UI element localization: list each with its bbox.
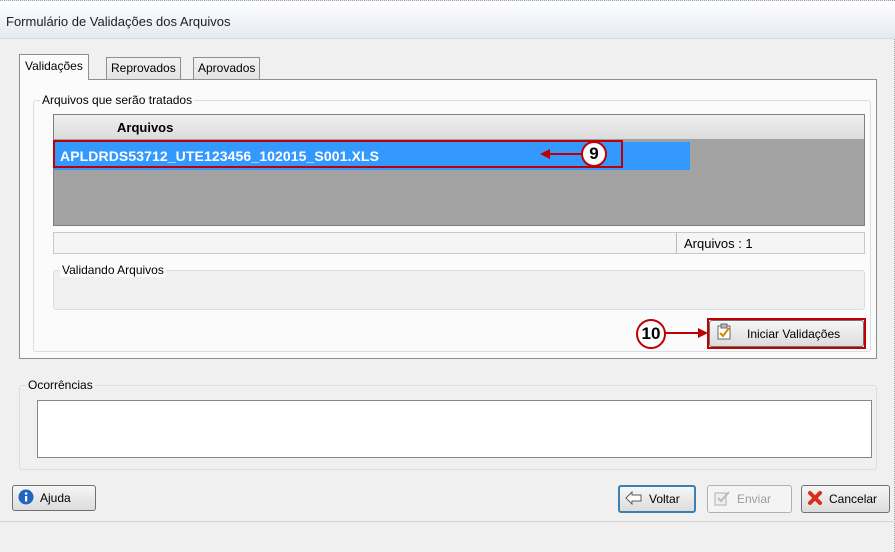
send-icon [713,490,731,509]
occurrences-textarea[interactable] [37,400,872,458]
annotation-callout-9: 9 [581,141,607,167]
tab-reprovados[interactable]: Reprovados [106,57,181,79]
cancel-button[interactable]: Cancelar [801,485,890,513]
grid-column-header-label: Arquivos [117,120,174,135]
files-group-label: Arquivos que serão tratados [40,93,195,107]
validating-group: Validando Arquivos [53,263,865,310]
annotation-arrow-10 [665,328,708,338]
files-grid[interactable]: Arquivos APLDRDS53712_UTE123456_102015_S… [53,114,865,226]
red-x-icon [807,490,823,509]
annotation-box-start-button [707,318,866,349]
occurrences-group-label: Ocorrências [26,378,95,392]
send-button[interactable]: Enviar [707,485,792,513]
title-bar: Formulário de Validações dos Arquivos [0,1,895,39]
tab-validacoes[interactable]: Validações [19,54,89,80]
tab-aprovados[interactable]: Aprovados [193,57,261,79]
send-label: Enviar [737,492,772,506]
files-status-bar: Arquivos : 1 [53,232,865,254]
help-label: Ajuda [40,491,71,505]
help-button[interactable]: Ajuda [12,485,96,511]
back-button[interactable]: Voltar [618,485,696,513]
grid-column-header[interactable]: Arquivos [54,115,864,140]
files-count-label: Arquivos : 1 [684,236,753,251]
window-title: Formulário de Validações dos Arquivos [6,14,231,29]
validation-form-window: Formulário de Validações dos Arquivos Va… [0,0,895,552]
annotation-callout-10: 10 [636,319,666,349]
cancel-label: Cancelar [829,492,878,506]
back-label: Voltar [649,492,680,506]
info-icon [18,489,34,508]
arrow-left-icon [625,490,643,508]
annotation-box-file-row [53,140,623,168]
status-divider [676,233,677,253]
validating-group-label: Validando Arquivos [60,263,166,277]
footer-divider [0,521,895,522]
